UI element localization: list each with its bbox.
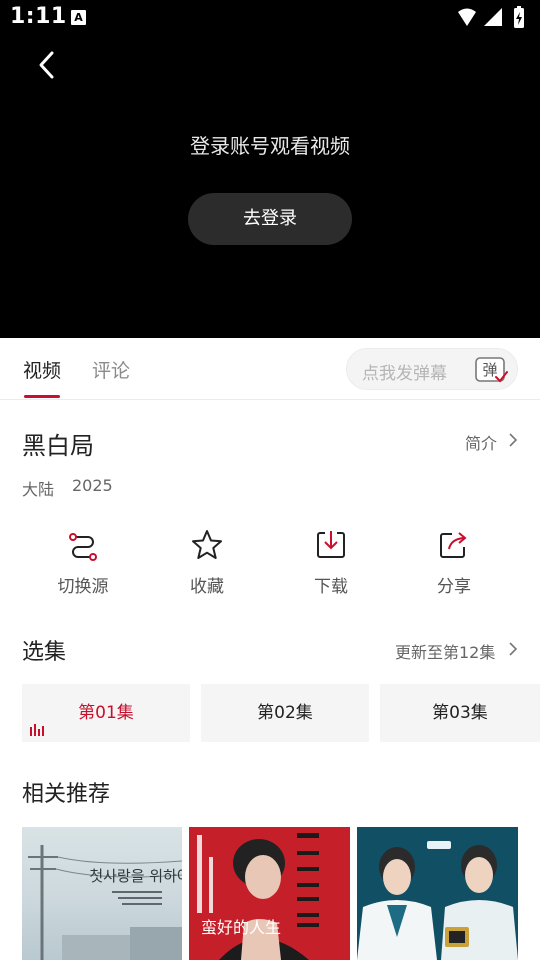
chevron-right-icon[interactable] (506, 431, 520, 449)
action-label: 分享 (437, 577, 471, 597)
episode-label: 第03集 (432, 703, 488, 723)
recommend-poster-3[interactable] (357, 827, 518, 960)
show-title: 黑白局 (22, 432, 94, 460)
switch-source-button[interactable]: 切换源 (33, 528, 133, 604)
episode-label: 第01集 (78, 703, 134, 723)
favorite-button[interactable]: 收藏 (157, 528, 257, 604)
poster-1-art: 첫사랑을 위하여 (28, 845, 182, 960)
switch-source-icon (69, 533, 97, 561)
playing-bars-icon (30, 724, 44, 736)
tab-comments[interactable]: 评论 (92, 356, 130, 383)
login-prompt: 登录账号观看视频 (190, 134, 350, 158)
action-label: 收藏 (190, 577, 224, 597)
poster-1-title: 첫사랑을 위하여 (89, 867, 182, 885)
update-status-link[interactable]: 更新至第12集 (395, 639, 495, 663)
tab-video[interactable]: 视频 (23, 356, 61, 383)
chevron-right-icon[interactable] (506, 640, 520, 658)
intro-link[interactable]: 简介 (465, 430, 497, 454)
download-icon (317, 531, 345, 558)
poster-3-art (357, 827, 518, 960)
tab-bar: 视频 评论 点我发弹幕 弹 (0, 338, 540, 400)
action-label: 切换源 (57, 577, 109, 597)
active-tab-indicator (24, 395, 60, 398)
back-arrow-icon[interactable] (32, 48, 62, 82)
recommend-poster-1[interactable]: 첫사랑을 위하여 (22, 827, 182, 960)
recommend-title: 相关推荐 (22, 782, 111, 807)
status-bar: 1:11 A (0, 0, 540, 36)
show-year: 2025 (72, 476, 113, 495)
recommend-poster-2[interactable]: 蛮好的人生 (189, 827, 350, 960)
poster-2-title: 蛮好的人生 (201, 918, 281, 937)
danmu-toggle-icon[interactable]: 弹 (474, 355, 510, 385)
signal-battery-icon (458, 6, 524, 28)
share-button[interactable]: 分享 (404, 528, 504, 604)
episode-1[interactable]: 第01集 (22, 684, 190, 742)
status-time: 1:11 (10, 4, 67, 29)
share-icon (440, 532, 467, 558)
action-label: 下载 (314, 577, 348, 597)
danmu-placeholder: 点我发弹幕 (362, 364, 447, 384)
star-icon (192, 530, 222, 559)
episode-label: 第02集 (257, 703, 313, 723)
episodes-title: 选集 (22, 640, 67, 665)
video-player[interactable]: 1:11 A 登录账号观看视频 去登录 (0, 0, 540, 338)
danmu-icon-text: 弹 (482, 361, 497, 379)
login-button[interactable]: 去登录 (188, 193, 352, 245)
accessibility-badge-icon: A (71, 10, 86, 25)
show-region: 大陆 (22, 480, 55, 499)
episode-3[interactable]: 第03集 (380, 684, 540, 742)
poster-2-art: 蛮好的人生 (189, 827, 350, 960)
download-button[interactable]: 下载 (281, 528, 381, 604)
episode-2[interactable]: 第02集 (201, 684, 369, 742)
danmu-input[interactable]: 点我发弹幕 弹 (346, 348, 518, 390)
